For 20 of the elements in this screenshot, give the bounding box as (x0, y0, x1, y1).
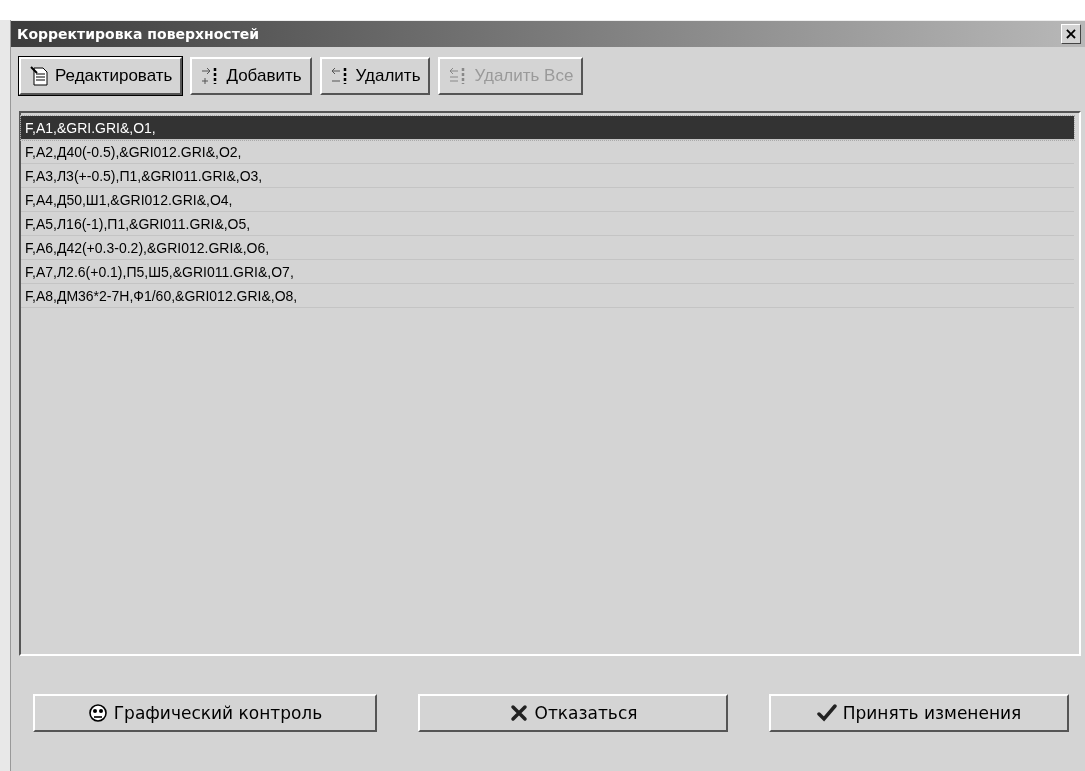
footer-button[interactable]: Отказаться (418, 694, 728, 732)
list-item[interactable]: F,A2,Д40(-0.5),&GRI012.GRI&,O2, (21, 140, 1074, 164)
window-title: Корректировка поверхностей (17, 26, 260, 42)
list-item[interactable]: F,A4,Д50,Ш1,&GRI012.GRI&,O4, (21, 188, 1074, 212)
face-circle-icon (87, 703, 108, 723)
toolbar-button[interactable]: Редактировать (19, 57, 183, 95)
toolbar-button[interactable]: Добавить (190, 57, 312, 95)
check-icon (816, 703, 837, 723)
toolbar-button[interactable]: Удалить (319, 57, 431, 95)
footer-button[interactable]: Принять изменения (769, 694, 1069, 732)
list-item[interactable]: F,A7,Л2.6(+0.1),П5,Ш5,&GRI011.GRI&,O7, (21, 260, 1074, 284)
footer-button[interactable]: Графический контроль (33, 694, 377, 732)
list-item[interactable]: F,A5,Л16(-1),П1,&GRI011.GRI&,O5, (21, 212, 1074, 236)
document-icon (29, 65, 51, 87)
list-item[interactable]: F,A6,Д42(+0.3-0.2),&GRI012.GRI&,O6, (21, 236, 1074, 260)
close-button[interactable]: × (1061, 24, 1081, 44)
list-item[interactable]: F,A3,Л3(+-0.5),П1,&GRI011.GRI&,O3, (21, 164, 1074, 188)
cross-icon (508, 703, 529, 723)
list-item[interactable]: F,A8,ДМ36*2-7H,Ф1/60,&GRI012.GRI&,O8, (21, 284, 1074, 308)
list-item[interactable]: F,A1,&GRI.GRI&,O1, (21, 116, 1074, 140)
